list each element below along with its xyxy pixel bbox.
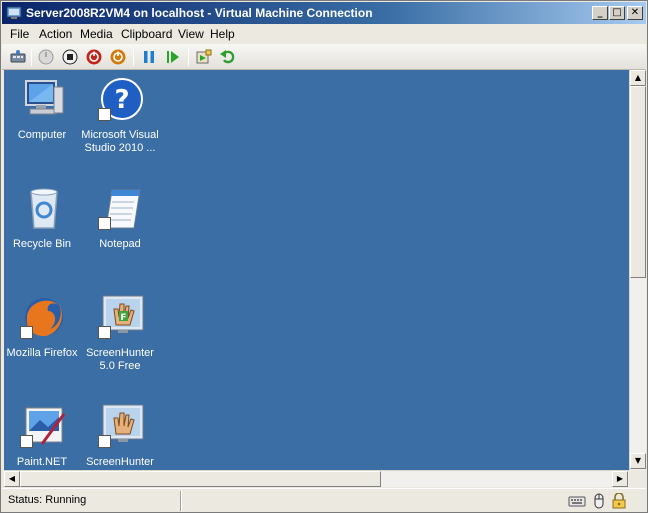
save-icon[interactable] (109, 48, 127, 66)
snapshot-icon[interactable] (195, 48, 213, 66)
keyboard-icon (568, 496, 586, 507)
shortcut-arrow-icon (98, 435, 111, 448)
menu-help[interactable]: Help (210, 27, 235, 41)
horizontal-scroll-thumb[interactable] (20, 471, 381, 487)
scroll-up-icon[interactable]: ▲ (630, 70, 646, 86)
desktop-icon-label: Computer (17, 129, 67, 141)
vm-desktop[interactable]: Computer ? Microsoft Visual Studio 2010 … (4, 70, 629, 470)
status-bar: Status: Running (2, 488, 646, 512)
ctrl-alt-del-icon[interactable] (9, 48, 27, 66)
desktop-icon-label: Microsoft Visual Studio 2010 ... (81, 129, 159, 154)
maximize-button[interactable]: □ (609, 6, 625, 20)
desktop-icon-computer[interactable]: Computer (4, 77, 82, 157)
desktop-icon-notepad[interactable]: Notepad (80, 186, 160, 256)
turn-off-icon[interactable] (61, 48, 79, 66)
desktop-icon-firefox[interactable]: Mozilla Firefox (4, 295, 82, 365)
desktop-icon-label: ScreenHunter (86, 456, 154, 468)
desktop-icon-label: ScreenHunter 5.0 Free (86, 347, 154, 372)
shortcut-arrow-icon (98, 108, 111, 121)
toolbar-separator (188, 48, 189, 66)
desktop-icon-screenhunter-free[interactable]: F ScreenHunter 5.0 Free (80, 295, 160, 375)
close-button[interactable]: ✕ (627, 6, 643, 20)
shut-down-icon[interactable] (85, 48, 103, 66)
mouse-icon (594, 493, 604, 509)
scroll-down-icon[interactable]: ▼ (630, 453, 646, 469)
desktop-icon-label: Recycle Bin (12, 238, 72, 250)
desktop-icon-label: Paint.NET (16, 456, 68, 468)
scroll-right-icon[interactable]: ▶ (612, 471, 628, 487)
shortcut-arrow-icon (20, 326, 33, 339)
recycle-bin-icon (30, 188, 58, 229)
start-icon[interactable] (37, 48, 55, 66)
status-separator (180, 491, 182, 511)
lock-icon (612, 493, 626, 509)
shortcut-arrow-icon (20, 435, 33, 448)
shortcut-arrow-icon (98, 326, 111, 339)
scroll-left-icon[interactable]: ◀ (4, 471, 20, 487)
vm-app-icon (6, 6, 22, 19)
toolbar (2, 44, 646, 70)
menu-view[interactable]: View (178, 27, 204, 41)
horizontal-scrollbar[interactable]: ◀ ▶ (4, 470, 629, 487)
menu-file[interactable]: File (10, 27, 29, 41)
status-text: Status: Running (8, 494, 87, 506)
toolbar-separator (133, 48, 134, 66)
resume-icon[interactable] (164, 48, 182, 66)
minimize-button[interactable]: _ (592, 6, 608, 20)
menu-media[interactable]: Media (80, 27, 113, 41)
title-bar[interactable]: Server2008R2VM4 on localhost - Virtual M… (2, 2, 646, 24)
svg-text:F: F (120, 313, 126, 323)
window-title: Server2008R2VM4 on localhost - Virtual M… (26, 6, 373, 20)
pause-icon[interactable] (140, 48, 158, 66)
computer-icon (25, 80, 64, 115)
scrollbar-corner (629, 470, 646, 487)
shortcut-arrow-icon (98, 217, 111, 230)
toolbar-separator (31, 48, 32, 66)
vertical-scroll-thumb[interactable] (630, 86, 646, 278)
menu-action[interactable]: Action (39, 27, 72, 41)
revert-icon[interactable] (219, 48, 237, 66)
desktop-icon-screenhunter[interactable]: ScreenHunter (80, 404, 160, 470)
menu-clipboard[interactable]: Clipboard (121, 27, 172, 41)
desktop-icon-paint-net[interactable]: Paint.NET (4, 404, 82, 470)
desktop-icon-label: Mozilla Firefox (6, 347, 78, 359)
vm-connection-window: Server2008R2VM4 on localhost - Virtual M… (0, 0, 648, 513)
menu-bar: File Action Media Clipboard View Help (2, 24, 646, 44)
desktop-icon-label: Notepad (99, 238, 141, 250)
desktop-icon-visual-studio[interactable]: ? Microsoft Visual Studio 2010 ... (80, 77, 160, 163)
vertical-scrollbar[interactable]: ▲ ▼ (629, 70, 646, 470)
desktop-icon-recycle-bin[interactable]: Recycle Bin (4, 186, 82, 256)
svg-text:?: ? (114, 85, 129, 115)
